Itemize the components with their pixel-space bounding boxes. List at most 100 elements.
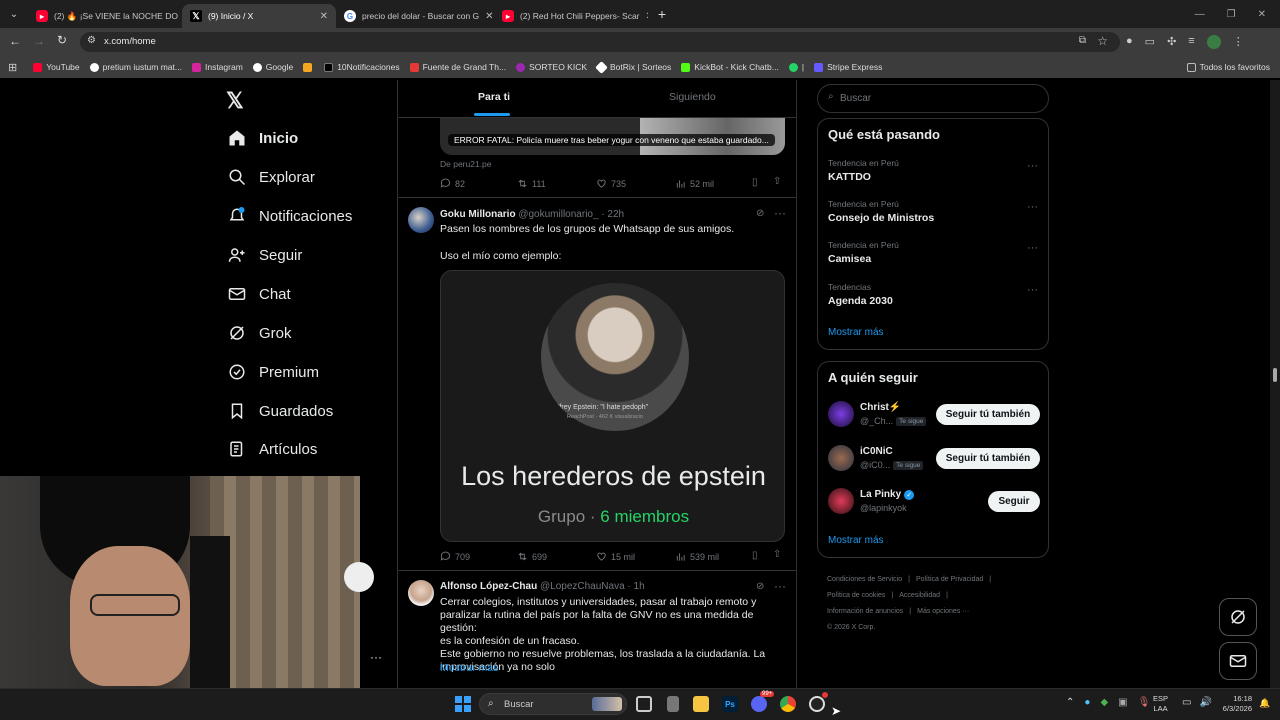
profile-avatar[interactable] — [1206, 35, 1221, 49]
trends-show-more[interactable]: Mostrar más — [828, 327, 884, 338]
avatar[interactable] — [408, 207, 434, 233]
tray-app-icon[interactable]: ● — [1084, 697, 1090, 708]
like-button[interactable]: 735 — [596, 178, 626, 189]
trend-more-icon[interactable]: ··· — [1027, 284, 1038, 296]
avatar[interactable] — [408, 580, 434, 606]
bookmark-grand-theft[interactable]: Fuente de Grand Th... — [409, 62, 506, 72]
trend-more-icon[interactable]: ··· — [1027, 160, 1038, 172]
bookmark-10notificaciones[interactable]: 10Notificaciones — [324, 62, 400, 72]
tab-siguiendo[interactable]: Siguiendo — [669, 91, 716, 103]
start-button[interactable] — [455, 696, 471, 712]
nav-seguir[interactable]: Seguir — [228, 246, 302, 264]
site-info-icon[interactable]: ⚙ — [87, 35, 96, 46]
views-button[interactable]: 539 mil — [675, 551, 719, 562]
share-icon[interactable]: ⇧ — [773, 176, 781, 187]
forward-icon[interactable]: → — [33, 34, 45, 48]
nav-grok[interactable]: Grok — [228, 324, 292, 342]
nav-guardados[interactable]: Guardados — [228, 402, 333, 420]
microphone-icon[interactable]: 🎙 — [1138, 697, 1151, 708]
bookmark-pretium[interactable]: pretium iustum mat... — [89, 62, 182, 72]
nav-chat[interactable]: Chat — [228, 285, 291, 303]
trend-item[interactable]: Tendencia en Perú KATTDO ··· — [828, 158, 1038, 183]
language-indicator[interactable]: ESP LAA — [1153, 694, 1168, 714]
close-tab-icon[interactable]: ✕ — [640, 11, 648, 22]
browser-tab-4[interactable]: ▸ (2) Red Hot Chili Peppers- Scar ✕ — [494, 4, 648, 28]
file-explorer-icon[interactable] — [693, 696, 709, 712]
repost-button[interactable]: 111 — [517, 178, 546, 189]
show-more-link[interactable]: Mostrar más — [440, 662, 498, 674]
author-name[interactable]: Goku Millonario — [440, 209, 516, 220]
post-more-icon[interactable]: ··· — [774, 206, 786, 220]
author-handle[interactable]: @LopezChauNava · 1h — [540, 581, 645, 592]
bookmark-sorteo-kick[interactable]: SORTEO KICK — [516, 62, 587, 72]
back-icon[interactable]: ← — [9, 34, 21, 48]
prev-post-source[interactable]: De peru21.pe — [440, 159, 492, 169]
new-tab-button[interactable]: + — [648, 6, 676, 22]
views-button[interactable]: 52 mil — [675, 178, 714, 189]
trend-item[interactable]: Tendencias Agenda 2030 ··· — [828, 282, 1038, 307]
extension-icon[interactable]: ● — [1126, 35, 1133, 49]
bookmark-youtube[interactable]: YouTube — [33, 62, 80, 72]
trend-item[interactable]: Tendencia en Perú Camisea ··· — [828, 240, 1038, 265]
tray-shield-icon[interactable]: ◆ — [1100, 697, 1108, 708]
footer-link[interactable]: Accesibilidad — [899, 592, 940, 599]
like-button[interactable]: 15 mil — [596, 551, 635, 562]
browser-tab-1[interactable]: ▸ (2) 🔥 ¡Se VIENE la NOCHE DO ✕ — [28, 4, 182, 28]
puzzle-icon[interactable]: ✣ — [1167, 35, 1176, 49]
nav-explorar[interactable]: Explorar — [228, 168, 315, 186]
repost-button[interactable]: 699 — [517, 551, 547, 562]
system-icons[interactable]: ▭ 🔊 — [1182, 697, 1212, 708]
recording-app-icon[interactable] — [809, 696, 825, 712]
reading-list-icon[interactable]: ≡ — [1188, 35, 1194, 49]
nav-articulos[interactable]: Artículos — [228, 440, 317, 458]
bookmark-post-icon[interactable]: ▯ — [752, 550, 758, 561]
follow-show-more[interactable]: Mostrar más — [828, 535, 884, 546]
footer-link[interactable]: Condiciones de Servicio — [827, 576, 902, 583]
search-input[interactable]: ⌕ Buscar — [817, 84, 1049, 113]
browser-tab-3[interactable]: G precio del dolar - Buscar con G ✕ — [336, 4, 494, 28]
post-image[interactable]: "frey Epstein: "I hate pedoph" ReachPost… — [440, 270, 785, 542]
tab-list-button[interactable]: ⌄ — [0, 0, 28, 28]
grok-post-icon[interactable]: ⊘ — [756, 581, 764, 592]
bookmark-instagram[interactable]: Instagram — [191, 62, 243, 72]
minimize-icon[interactable]: — — [1195, 9, 1205, 20]
photoshop-icon[interactable]: Ps — [722, 696, 738, 712]
post-more-icon[interactable]: ··· — [774, 579, 786, 593]
bookmark-stripe[interactable]: Stripe Express — [814, 62, 882, 72]
browser-tab-2[interactable]: 𝕏 (9) Inicio / X ✕ — [182, 4, 336, 28]
bookmark-google[interactable]: Google — [252, 62, 293, 72]
footer-link[interactable]: Información de anuncios — [827, 608, 903, 615]
reload-icon[interactable]: ↻ — [57, 33, 67, 47]
apps-icon[interactable]: ⊞ — [8, 61, 17, 74]
bookmark-colorful[interactable] — [303, 62, 316, 72]
reply-button[interactable]: 82 — [440, 178, 465, 189]
webcam-button[interactable] — [344, 562, 374, 592]
discord-icon[interactable] — [751, 696, 767, 712]
trend-more-icon[interactable]: ··· — [1027, 201, 1038, 213]
chrome-icon[interactable] — [780, 696, 796, 712]
footer-link[interactable]: Más opciones ··· — [917, 608, 969, 615]
footer-link[interactable]: Política de Privacidad — [916, 576, 983, 583]
bookmark-star-icon[interactable]: ☆ — [1097, 34, 1108, 48]
tray-app-icon[interactable]: ▣ — [1118, 697, 1127, 708]
bookmark-botrix[interactable]: BotRix | Sorteos — [595, 60, 671, 74]
grok-post-icon[interactable]: ⊘ — [756, 208, 764, 219]
nav-premium[interactable]: Premium — [228, 363, 319, 381]
menu-icon[interactable]: ⋮ — [1233, 35, 1244, 49]
all-favorites[interactable]: Todos los favoritos — [1186, 62, 1270, 72]
close-window-icon[interactable]: ✕ — [1258, 9, 1266, 20]
x-logo-icon[interactable]: 𝕏 — [226, 88, 244, 114]
follow-button[interactable]: Seguir tú también — [936, 404, 1040, 425]
bookmark-post-icon[interactable]: ▯ — [752, 177, 758, 188]
author-handle[interactable]: @gokumillonario_ · 22h — [518, 209, 624, 220]
follow-button[interactable]: Seguir — [988, 491, 1040, 512]
more-options-icon[interactable]: ··· — [370, 650, 382, 664]
grok-fab[interactable] — [1219, 598, 1257, 636]
restore-icon[interactable]: ❐ — [1227, 9, 1236, 20]
install-app-icon[interactable]: ⧉ — [1079, 35, 1086, 46]
taskbar-search[interactable]: ⌕ Buscar — [479, 693, 627, 715]
close-tab-icon[interactable]: ✕ — [314, 11, 328, 22]
trend-item[interactable]: Tendencia en Perú Consejo de Ministros ·… — [828, 199, 1038, 224]
clock[interactable]: 16:18 6/3/2026 — [1214, 694, 1252, 714]
messages-fab[interactable] — [1219, 642, 1257, 680]
